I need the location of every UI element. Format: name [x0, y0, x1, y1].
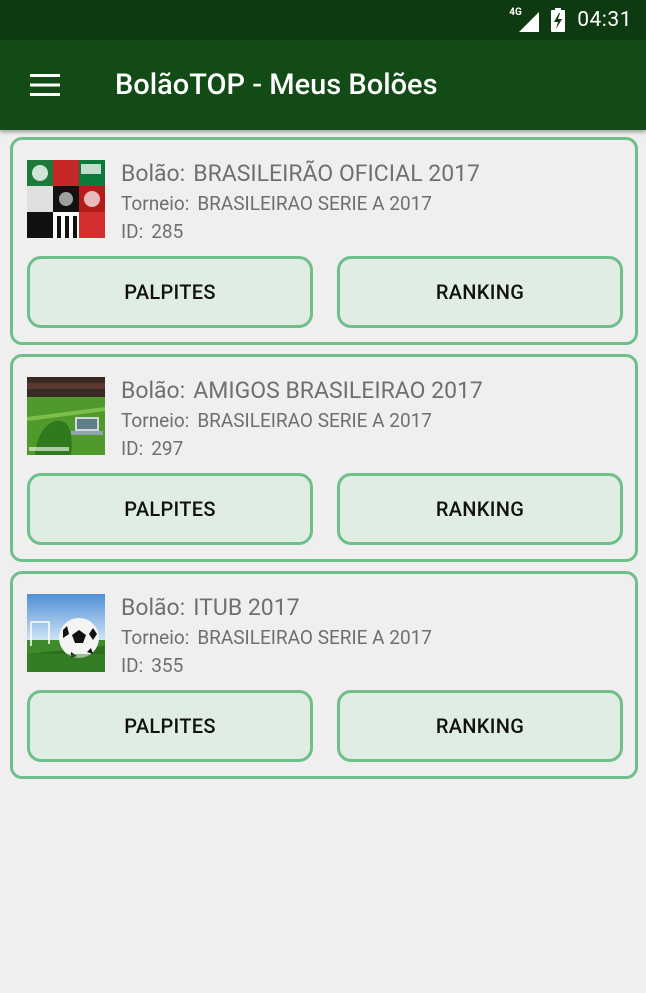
id-label: ID:: [121, 220, 144, 243]
id-value: 297: [151, 437, 184, 460]
palpites-button[interactable]: PALPITES: [27, 473, 313, 545]
palpites-button[interactable]: PALPITES: [27, 256, 313, 328]
status-bar: 4G 04:31: [0, 0, 646, 40]
id-value: 285: [151, 220, 184, 243]
bolao-list: Bolão: BRASILEIRÃO OFICIAL 2017 Torneio: B…: [10, 137, 638, 788]
id-value: 355: [151, 654, 184, 677]
bolao-label: Bolão:: [121, 377, 186, 404]
bolao-name: BRASILEIRÃO OFICIAL 2017: [193, 160, 480, 187]
soccer-ball-field-image: [27, 594, 105, 672]
signal-icon: 4G: [509, 7, 540, 32]
ranking-button[interactable]: RANKING: [337, 690, 623, 762]
torneio-label: Torneio:: [121, 626, 190, 649]
battery-charging-icon: [551, 8, 566, 32]
bolao-card: Bolão: ITUB 2017 Torneio: BRASILEIRAO SERI…: [10, 571, 638, 779]
bolao-card: Bolão: BRASILEIRÃO OFICIAL 2017 Torneio: B…: [10, 137, 638, 345]
bolao-name: ITUB 2017: [193, 594, 300, 621]
bolao-name: AMIGOS BRASILEIRAO 2017: [193, 377, 483, 404]
bolao-info: Bolão: ITUB 2017 Torneio: BRASILEIRAO SERI…: [121, 592, 625, 680]
team-logos-collage-image: [27, 160, 105, 238]
clock: 04:31: [577, 8, 632, 32]
torneio-value: BRASILEIRAO SERIE A 2017: [197, 626, 432, 649]
torneio-value: BRASILEIRAO SERIE A 2017: [197, 409, 432, 432]
id-label: ID:: [121, 437, 144, 460]
bolao-info: Bolão: AMIGOS BRASILEIRAO 2017 Torneio: BR…: [121, 375, 625, 463]
bolao-info: Bolão: BRASILEIRÃO OFICIAL 2017 Torneio: B…: [121, 158, 625, 246]
torneio-label: Torneio:: [121, 192, 190, 215]
bolao-card: Bolão: AMIGOS BRASILEIRAO 2017 Torneio: BR…: [10, 354, 638, 562]
palpites-button[interactable]: PALPITES: [27, 690, 313, 762]
id-label: ID:: [121, 654, 144, 677]
ranking-button[interactable]: RANKING: [337, 256, 623, 328]
bolao-label: Bolão:: [121, 160, 186, 187]
menu-icon[interactable]: [22, 62, 68, 108]
torneio-value: BRASILEIRAO SERIE A 2017: [197, 192, 432, 215]
stadium-grass-laptop-image: [27, 377, 105, 455]
bolao-label: Bolão:: [121, 594, 186, 621]
page-title: BolãoTOP - Meus Bolões: [115, 68, 438, 102]
torneio-label: Torneio:: [121, 409, 190, 432]
app-bar: BolãoTOP - Meus Bolões: [0, 40, 646, 130]
ranking-button[interactable]: RANKING: [337, 473, 623, 545]
